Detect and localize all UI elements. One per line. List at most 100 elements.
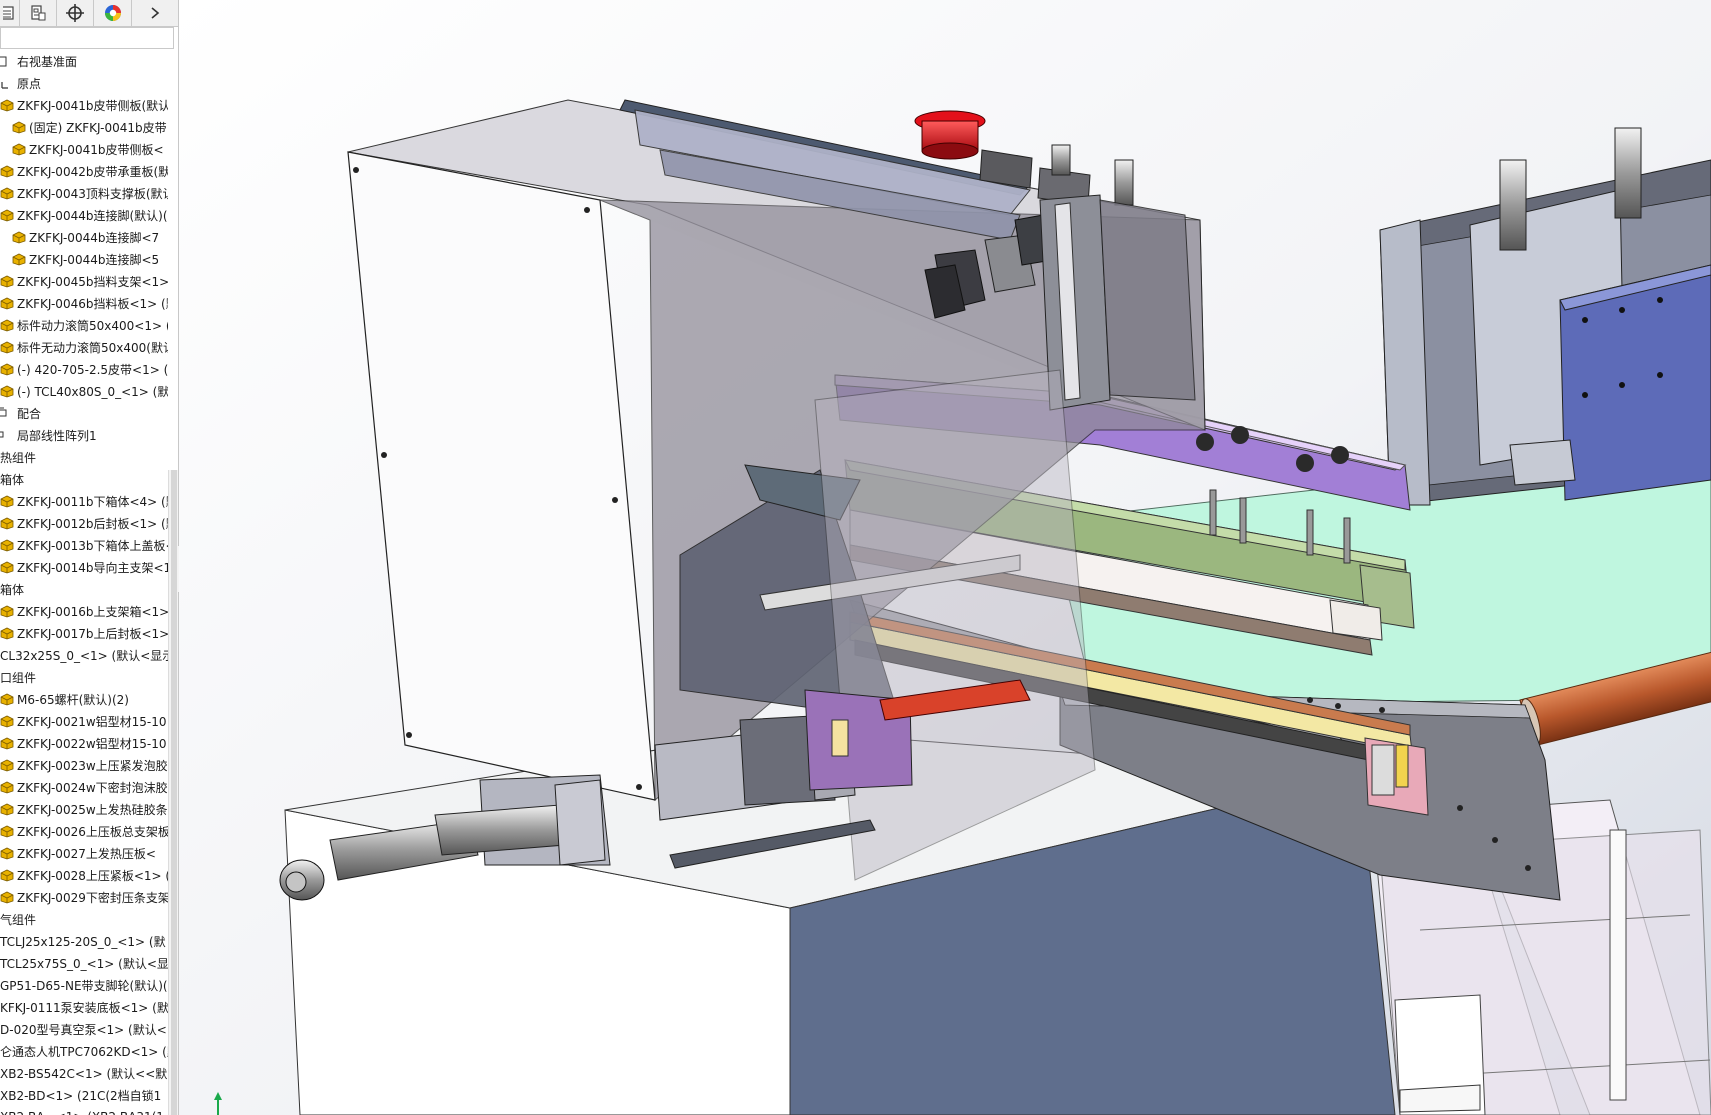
tree-item[interactable]: ZKFKJ-0044b连接脚<7 [0,226,168,248]
part-icon [0,209,14,222]
tree-item[interactable]: ZKFKJ-0028上压紧板<1> (默 [0,864,168,886]
tree-item[interactable]: XB2-BD<1> (21C(2档自锁1 [0,1084,168,1106]
tree-item[interactable]: ZKFKJ-0041b皮带侧板< [0,138,168,160]
tree-item[interactable]: CL32x25S_0_<1> (默认<显示 [0,644,168,666]
tree-item[interactable]: 箱体 [0,578,168,600]
part-icon [0,363,14,376]
part-icon [0,99,14,112]
tree-item[interactable]: (-) TCL40x80S_0_<1> (默认 [0,380,168,402]
tree-item[interactable]: ZKFKJ-0016b上支架箱<1> [0,600,168,622]
tree-item-label: D-020型号真空泵<1> (默认<< [0,1022,168,1037]
tree-item[interactable]: 仑通态人机TPC7062KD<1> (默 [0,1040,168,1062]
tree-item[interactable]: M6-65螺杆(默认)(2) [0,688,168,710]
tree-item[interactable]: ZKFKJ-0029下密封压条支架 [0,886,168,908]
tree-item-label: ZKFKJ-0012b后封板<1> (默 [17,516,168,531]
tree-item[interactable]: ZKFKJ-0027上发热压板< [0,842,168,864]
tree-item[interactable]: (固定) ZKFKJ-0041b皮带 [0,116,168,138]
part-icon [0,275,14,288]
tree-item[interactable]: ZKFKJ-0045b挡料支架<1> [0,270,168,292]
tree-item[interactable]: 口组件 [0,666,168,688]
plane-icon [0,56,7,67]
tree-item[interactable]: GP51-D65-NE带支脚轮(默认)( [0,974,168,996]
configuration-manager-tab[interactable] [57,0,94,26]
part-icon [12,253,26,266]
tree-item[interactable]: 气组件 [0,908,168,930]
tree-item[interactable]: ZKFKJ-0017b上后封板<1> [0,622,168,644]
tree-item[interactable]: TCL25x75S_0_<1> (默认<显 [0,952,168,974]
tree-item[interactable]: D-020型号真空泵<1> (默认<< [0,1018,168,1040]
tree-item[interactable]: ZKFKJ-0044b连接脚<5 [0,248,168,270]
feature-tree: 右视基准面原点 ZKFKJ-0041b皮带侧板(默认 (固定) ZKFKJ-0041… [0,50,168,1115]
part-icon [0,165,14,178]
tree-item[interactable]: (-) 420-705-2.5皮带<1> (默 [0,358,168,380]
tree-item[interactable]: ZKFKJ-0021w铝型材15-10 [0,710,168,732]
tree-item[interactable]: ZKFKJ-0041b皮带侧板(默认 [0,94,168,116]
tree-item[interactable]: 标件动力滚筒50x400<1> (默 [0,314,168,336]
tree-item-label: ZKFKJ-0044b连接脚<7 [29,230,160,245]
tree-item[interactable]: ZKFKJ-0025w上发热硅胶条 [0,798,168,820]
tree-item-label: 箱体 [0,582,25,597]
tree-item[interactable]: XB2-BA...<1> (XB2-BA31(1 [0,1106,168,1115]
tree-item[interactable]: ZKFKJ-0026上压板总支架板 [0,820,168,842]
tree-item-label: ZKFKJ-0017b上后封板<1> [17,626,168,641]
part-icon [0,737,14,750]
tree-item[interactable]: 热组件 [0,446,168,468]
display-manager-tab[interactable] [94,0,132,26]
part-icon [0,495,14,508]
tree-item-label: 标件动力滚筒50x400<1> (默 [17,318,168,333]
tree-item[interactable]: ZKFKJ-0046b挡料板<1> (默 [0,292,168,314]
part-icon [0,385,14,398]
property-manager-tab[interactable] [20,0,57,26]
tree-item-label: (固定) ZKFKJ-0041b皮带 [29,120,167,135]
tree-item-label: ZKFKJ-0024w下密封泡沫胶 [17,780,168,795]
feature-tree-icon [2,6,14,20]
tree-item[interactable]: TCLJ25x125-20S_0_<1> (默 [0,930,168,952]
tree-item[interactable]: ZKFKJ-0011b下箱体<4> (默 [0,490,168,512]
tree-item-label: ZKFKJ-0042b皮带承重板(默 [17,164,168,179]
tree-item-label: 热组件 [0,450,37,465]
tree-item[interactable]: 标件无动力滚筒50x400(默认 [0,336,168,358]
machine-model[interactable] [214,99,1711,1115]
tree-item[interactable]: ZKFKJ-0044b连接脚(默认)(2 [0,204,168,226]
tree-item[interactable]: ZKFKJ-0043顶料支撑板(默认 [0,182,168,204]
part-icon [0,759,14,772]
part-icon [0,539,14,552]
tree-item-label: 右视基准面 [17,54,78,69]
expand-tabs[interactable] [132,0,178,26]
tree-item[interactable]: KFKJ-0111泵安装底板<1> (默 [0,996,168,1018]
tree-item[interactable]: ZKFKJ-0022w铝型材15-10 [0,732,168,754]
tree-item-label: ZKFKJ-0026上压板总支架板 [17,824,168,839]
tree-item[interactable]: ZKFKJ-0042b皮带承重板(默 [0,160,168,182]
part-icon [12,231,26,244]
tree-item[interactable]: 右视基准面 [0,50,168,72]
tree-item-label: 原点 [17,76,42,91]
tree-filter-input[interactable] [0,27,174,49]
tree-item[interactable]: 原点 [0,72,168,94]
tree-item[interactable]: 配合 [0,402,168,424]
part-icon [0,187,14,200]
configuration-icon [66,4,84,22]
tree-item-label: ZKFKJ-0029下密封压条支架 [17,890,168,905]
tree-item[interactable]: XB2-BS542C<1> (默认<<默 [0,1062,168,1084]
tree-item-label: ZKFKJ-0028上压紧板<1> (默 [17,868,168,883]
tree-item-label: 口组件 [0,670,37,685]
tree-item[interactable]: ZKFKJ-0014b导向主支架<1 [0,556,168,578]
feature-tree-tab[interactable] [0,0,20,26]
tree-item-label: 箱体 [0,472,25,487]
tree-item-label: ZKFKJ-0016b上支架箱<1> [17,604,168,619]
tree-item-label: 局部线性阵列1 [17,428,97,443]
tree-item[interactable]: ZKFKJ-0012b后封板<1> (默 [0,512,168,534]
tree-item-label: 配合 [17,406,42,421]
part-icon [0,891,14,904]
tree-item[interactable]: ZKFKJ-0024w下密封泡沫胶 [0,776,168,798]
graphics-viewport[interactable] [179,0,1711,1115]
part-icon [0,561,14,574]
tree-item[interactable]: ZKFKJ-0023w上压紧发泡胶 [0,754,168,776]
tree-item[interactable]: 箱体 [0,468,168,490]
tree-scrollbar-thumb[interactable] [171,470,177,1115]
part-icon [0,693,14,706]
tree-item-label: ZKFKJ-0041b皮带侧板< [29,142,164,157]
tree-item-label: (-) TCL40x80S_0_<1> (默认 [17,384,168,399]
tree-item[interactable]: ZKFKJ-0013b下箱体上盖板< [0,534,168,556]
tree-item[interactable]: 局部线性阵列1 [0,424,168,446]
